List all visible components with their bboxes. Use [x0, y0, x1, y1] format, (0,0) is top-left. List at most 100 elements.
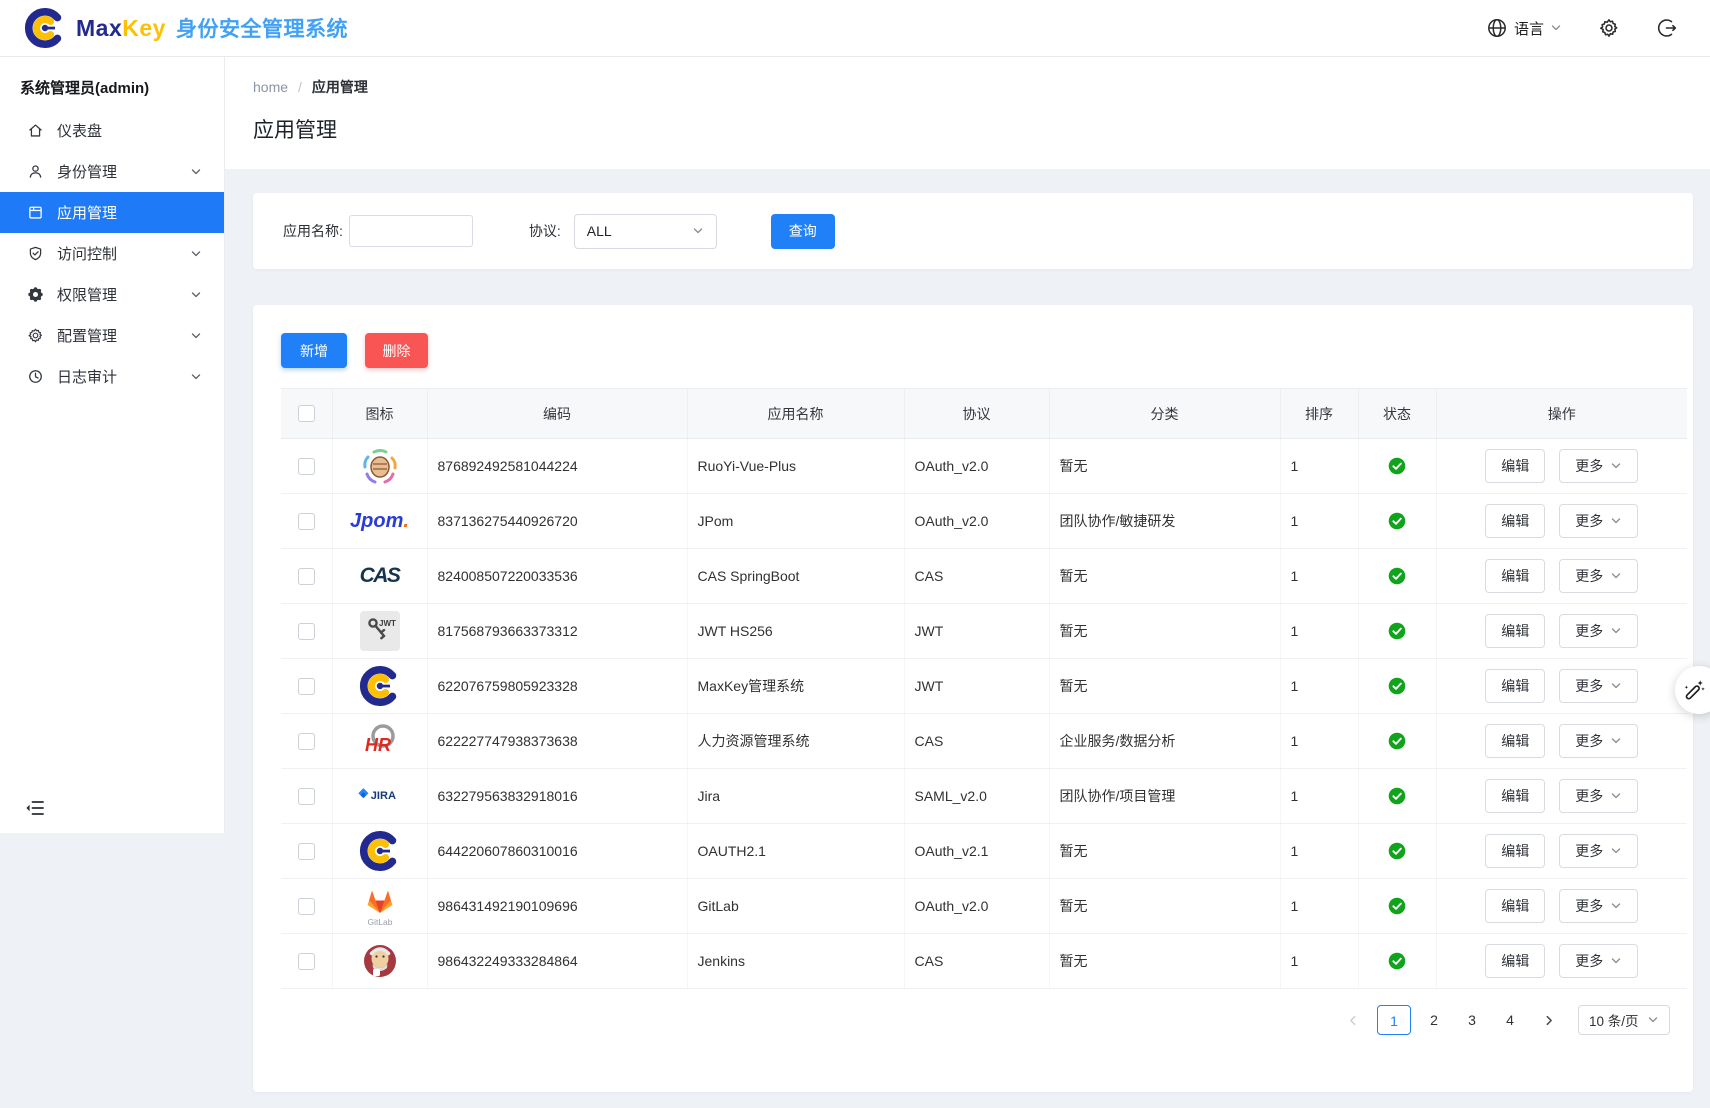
- sidebar-item-permission[interactable]: 权限管理: [0, 274, 224, 315]
- edit-button[interactable]: 编辑: [1485, 944, 1545, 978]
- chevron-down-icon: [1610, 955, 1622, 967]
- sidebar-item-identity[interactable]: 身份管理: [0, 151, 224, 192]
- app-code: 622227747938373638: [427, 714, 687, 769]
- app-window: MaxKey身份安全管理系统 语言 系统管理员(admin) 仪表盘 身份管理 …: [0, 0, 1710, 1108]
- app-sort: 1: [1280, 549, 1358, 604]
- sidebar-collapse-button[interactable]: [24, 797, 46, 819]
- edit-button[interactable]: 编辑: [1485, 889, 1545, 923]
- magic-wand-icon: [1682, 678, 1706, 702]
- add-button[interactable]: 新增: [281, 333, 347, 368]
- edit-button[interactable]: 编辑: [1485, 724, 1545, 758]
- status-enabled-icon: [1388, 622, 1406, 640]
- language-menu[interactable]: 语言: [1486, 17, 1562, 39]
- app-sort: 1: [1280, 494, 1358, 549]
- row-checkbox[interactable]: [298, 568, 315, 585]
- table-row: JIRA 632279563832918016 Jira SAML_v2.0 团…: [281, 769, 1687, 824]
- more-button[interactable]: 更多: [1559, 504, 1638, 538]
- edit-button[interactable]: 编辑: [1485, 669, 1545, 703]
- next-page-button[interactable]: [1543, 1014, 1556, 1027]
- row-checkbox[interactable]: [298, 788, 315, 805]
- status-enabled-icon: [1388, 732, 1406, 750]
- page-title: 应用管理: [253, 114, 1710, 144]
- more-button[interactable]: 更多: [1559, 669, 1638, 703]
- chevron-down-icon: [1647, 1014, 1659, 1026]
- language-label: 语言: [1514, 18, 1544, 39]
- column-header: 编码: [427, 389, 687, 439]
- app-category: 暂无: [1049, 439, 1280, 494]
- column-header: 排序: [1280, 389, 1358, 439]
- page-button-4[interactable]: 4: [1495, 1005, 1525, 1035]
- sidebar-item-access[interactable]: 访问控制: [0, 233, 224, 274]
- more-button[interactable]: 更多: [1559, 449, 1638, 483]
- chevron-down-icon: [190, 289, 202, 301]
- prev-page-button[interactable]: [1346, 1014, 1359, 1027]
- sidebar-item-label: 访问控制: [57, 243, 117, 264]
- edit-button[interactable]: 编辑: [1485, 559, 1545, 593]
- logout-icon[interactable]: [1656, 17, 1678, 39]
- app-name: GitLab: [687, 879, 904, 934]
- sidebar-item-audit[interactable]: 日志审计: [0, 356, 224, 397]
- hr-app-icon: HR: [356, 717, 404, 765]
- more-button[interactable]: 更多: [1559, 779, 1638, 813]
- more-button[interactable]: 更多: [1559, 889, 1638, 923]
- breadcrumb-home-link[interactable]: home: [253, 79, 288, 95]
- app-name: MaxKey管理系统: [687, 659, 904, 714]
- more-button[interactable]: 更多: [1559, 944, 1638, 978]
- search-button[interactable]: 查询: [771, 214, 835, 249]
- app-sort: 1: [1280, 439, 1358, 494]
- app-name-input[interactable]: [349, 215, 473, 247]
- status-enabled-icon: [1388, 842, 1406, 860]
- edit-button[interactable]: 编辑: [1485, 449, 1545, 483]
- sidebar-item-apps[interactable]: 应用管理: [0, 192, 224, 233]
- row-checkbox[interactable]: [298, 953, 315, 970]
- select-all-checkbox[interactable]: [298, 405, 315, 422]
- brand-subtitle: 身份安全管理系统: [176, 18, 348, 41]
- app-category: 暂无: [1049, 934, 1280, 989]
- table-row: 986432249333284864 Jenkins CAS 暂无 1 编辑 更…: [281, 934, 1687, 989]
- row-checkbox[interactable]: [298, 458, 315, 475]
- status-enabled-icon: [1388, 457, 1406, 475]
- more-button[interactable]: 更多: [1559, 559, 1638, 593]
- protocol-select[interactable]: ALL: [574, 214, 717, 249]
- row-checkbox[interactable]: [298, 678, 315, 695]
- more-button[interactable]: 更多: [1559, 724, 1638, 758]
- settings-gear-icon[interactable]: [1598, 17, 1620, 39]
- row-checkbox[interactable]: [298, 733, 315, 750]
- content-body: 应用名称: 协议: ALL 查询 新增 删除: [225, 169, 1710, 1092]
- app-code: 876892492581044224: [427, 439, 687, 494]
- row-checkbox[interactable]: [298, 898, 315, 915]
- sidebar-item-config[interactable]: 配置管理: [0, 315, 224, 356]
- edit-button[interactable]: 编辑: [1485, 614, 1545, 648]
- more-button-label: 更多: [1575, 951, 1603, 971]
- status-enabled-icon: [1388, 677, 1406, 695]
- table-row: 876892492581044224 RuoYi-Vue-Plus OAuth_…: [281, 439, 1687, 494]
- row-checkbox[interactable]: [298, 623, 315, 640]
- edit-button[interactable]: 编辑: [1485, 834, 1545, 868]
- more-button[interactable]: 更多: [1559, 834, 1638, 868]
- status-enabled-icon: [1388, 952, 1406, 970]
- app-category: 团队协作/敏捷研发: [1049, 494, 1280, 549]
- chevron-down-icon: [1610, 790, 1622, 802]
- sidebar-item-label: 身份管理: [57, 161, 117, 182]
- app-name: RuoYi-Vue-Plus: [687, 439, 904, 494]
- chevron-down-icon: [190, 248, 202, 260]
- app-protocol: OAuth_v2.0: [904, 439, 1049, 494]
- more-button[interactable]: 更多: [1559, 614, 1638, 648]
- page-size-select[interactable]: 10 条/页: [1578, 1005, 1670, 1035]
- page-button-1[interactable]: 1: [1377, 1005, 1411, 1035]
- table-row: CAS 824008507220033536 CAS SpringBoot CA…: [281, 549, 1687, 604]
- sidebar-item-dashboard[interactable]: 仪表盘: [0, 110, 224, 151]
- more-button-label: 更多: [1575, 456, 1603, 476]
- row-checkbox[interactable]: [298, 843, 315, 860]
- page-button-3[interactable]: 3: [1457, 1005, 1487, 1035]
- breadcrumb: home / 应用管理: [253, 77, 1710, 97]
- page-button-2[interactable]: 2: [1419, 1005, 1449, 1035]
- globe-icon: [1486, 17, 1508, 39]
- jwt-app-icon: JWT: [356, 607, 404, 655]
- edit-button[interactable]: 编辑: [1485, 504, 1545, 538]
- edit-button[interactable]: 编辑: [1485, 779, 1545, 813]
- row-checkbox[interactable]: [298, 513, 315, 530]
- header-actions: 语言: [1486, 17, 1710, 39]
- delete-button[interactable]: 删除: [365, 333, 428, 368]
- protocol-label: 协议:: [529, 221, 561, 241]
